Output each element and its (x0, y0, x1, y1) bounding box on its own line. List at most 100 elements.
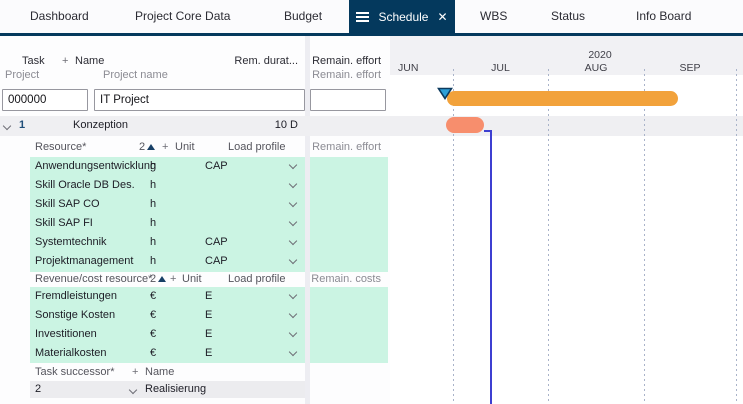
resource-name: Skill SAP CO (35, 198, 100, 210)
hamburger-menu-icon[interactable] (356, 10, 370, 24)
sort-indicator[interactable]: 2 (150, 273, 167, 285)
gantt-timeline-header: 2020 JUN JUL AUG SEP (390, 36, 743, 75)
successor-row[interactable]: 2 Realisierung (0, 381, 390, 398)
resource-unit: h (150, 160, 157, 172)
cost-row[interactable]: Fremdleistungen € E (0, 287, 390, 306)
dependency-connector-line (490, 130, 492, 404)
cost-name: Fremdleistungen (35, 290, 117, 302)
resource-effort-header: Remain. effort (312, 141, 381, 153)
resource-unit: h (150, 236, 157, 248)
resource-unit-header[interactable]: Unit (175, 141, 195, 153)
gantt-chart-pane: 2020 JUN JUL AUG SEP (390, 36, 743, 404)
col-header-task[interactable]: Task (22, 55, 45, 67)
cost-remain-header: Remain. costs (311, 273, 381, 285)
task-rem-duration: 10 D (274, 119, 298, 131)
cost-name: Sonstige Kosten (35, 309, 116, 321)
gantt-month-label: AUG (584, 62, 608, 74)
tab-project-core-data[interactable]: Project Core Data (135, 0, 230, 33)
project-input-row (0, 89, 390, 111)
cost-row[interactable]: Materialkosten € E (0, 344, 390, 363)
resource-row[interactable]: Projektmanagement h CAP (0, 252, 390, 272)
add-resource-icon[interactable]: + (162, 141, 168, 153)
gantt-row-highlight (390, 116, 743, 136)
cost-row[interactable]: Sonstige Kosten € E (0, 306, 390, 325)
resource-unit: h (150, 179, 157, 191)
task-number: 1 (19, 119, 26, 131)
cost-row[interactable]: Investitionen € E (0, 325, 390, 344)
project-id-input[interactable] (2, 89, 88, 111)
tab-dashboard[interactable]: Dashboard (30, 0, 89, 33)
gantt-month-label: JUL (491, 62, 510, 74)
start-marker-triangle-icon[interactable] (437, 87, 453, 100)
gantt-bar-konzeption[interactable] (446, 117, 484, 133)
successor-name: Realisierung (145, 383, 207, 395)
cost-name: Materialkosten (35, 347, 107, 359)
resource-row[interactable]: Skill SAP CO h (0, 195, 390, 214)
collapse-expander-icon[interactable] (2, 121, 12, 131)
add-cost-resource-icon[interactable]: + (170, 273, 176, 285)
resource-load: CAP (205, 236, 228, 248)
resource-unit: h (150, 255, 157, 267)
resource-load: CAP (205, 255, 228, 267)
cost-name: Investitionen (35, 328, 97, 340)
resource-section-title: Resource* (35, 141, 87, 153)
add-successor-icon[interactable]: + (132, 366, 138, 378)
resource-load-header[interactable]: Load profile (228, 141, 286, 153)
gantt-month-label: JUN (398, 62, 419, 74)
cost-unit-header[interactable]: Unit (182, 273, 202, 285)
resource-row[interactable]: Systemtechnik h CAP (0, 233, 390, 252)
cost-section-title: Revenue/cost resource* (35, 273, 153, 285)
subheader-project: Project (5, 69, 40, 81)
task-table-pane: Task + Name Rem. durat... Remain. effort… (0, 36, 390, 404)
cost-load: E (205, 290, 213, 302)
sort-indicator[interactable]: 2 (139, 141, 156, 153)
tab-status[interactable]: Status (551, 0, 585, 33)
resource-row[interactable]: Skill SAP FI h (0, 214, 390, 233)
gantt-year-label: 2020 (588, 49, 612, 61)
tab-schedule[interactable]: Schedule ✕ (349, 0, 455, 33)
close-icon[interactable]: ✕ (437, 10, 447, 24)
cost-load: E (205, 309, 213, 321)
task-row-konzeption[interactable]: 1 Konzeption 10 D (0, 116, 390, 136)
table-subheader-row: Project Project name Remain. effort (0, 69, 390, 85)
tab-info-board[interactable]: Info Board (636, 0, 691, 33)
col-header-remain-effort[interactable]: Remain. effort (310, 55, 381, 67)
schedule-app-window: Dashboard Project Core Data Budget Sched… (0, 0, 743, 404)
cost-unit: € (150, 290, 157, 302)
month-gridline (644, 69, 645, 404)
successor-section-header: Task successor* + Name (0, 366, 390, 381)
resource-row[interactable]: Skill Oracle DB Des. h (0, 176, 390, 195)
resource-name: Skill SAP FI (35, 217, 93, 229)
subheader-project-name: Project name (103, 69, 168, 81)
add-column-icon[interactable]: + (62, 55, 68, 67)
tab-wbs[interactable]: WBS (480, 0, 507, 33)
cost-unit: € (150, 309, 157, 321)
sort-asc-icon (147, 144, 156, 150)
resource-name: Skill Oracle DB Des. (35, 179, 135, 191)
project-name-input[interactable] (94, 89, 305, 111)
task-name: Konzeption (73, 119, 129, 131)
successor-name-header[interactable]: Name (145, 366, 174, 378)
col-header-name[interactable]: Name (75, 55, 104, 67)
gantt-month-label: SEP (679, 62, 701, 74)
month-gridline (548, 69, 549, 404)
subheader-remain-effort: Remain. effort (312, 69, 381, 81)
remain-effort-input[interactable] (310, 89, 386, 111)
gantt-bar-project[interactable] (447, 91, 678, 106)
resource-row[interactable]: Anwendungsentwicklung h CAP (0, 157, 390, 176)
table-header-row: Task + Name Rem. durat... Remain. effort (0, 55, 390, 69)
resource-name: Projektmanagement (35, 255, 134, 267)
cost-load-header[interactable]: Load profile (228, 273, 286, 285)
month-gridline (736, 69, 737, 404)
cost-section-header: Revenue/cost resource* 2 + Unit Load pro… (0, 273, 390, 287)
cost-unit: € (150, 328, 157, 340)
resource-load: CAP (205, 160, 228, 172)
col-header-rem-duration[interactable]: Rem. durat... (230, 55, 298, 67)
tab-budget[interactable]: Budget (284, 0, 322, 33)
cost-load: E (205, 347, 213, 359)
resource-name: Systemtechnik (35, 236, 107, 248)
cost-load: E (205, 328, 213, 340)
resource-section-header: Resource* 2 + Unit Load profile Remain. … (0, 139, 390, 157)
tab-bar: Dashboard Project Core Data Budget Sched… (0, 0, 743, 33)
tab-schedule-label: Schedule (378, 9, 429, 24)
